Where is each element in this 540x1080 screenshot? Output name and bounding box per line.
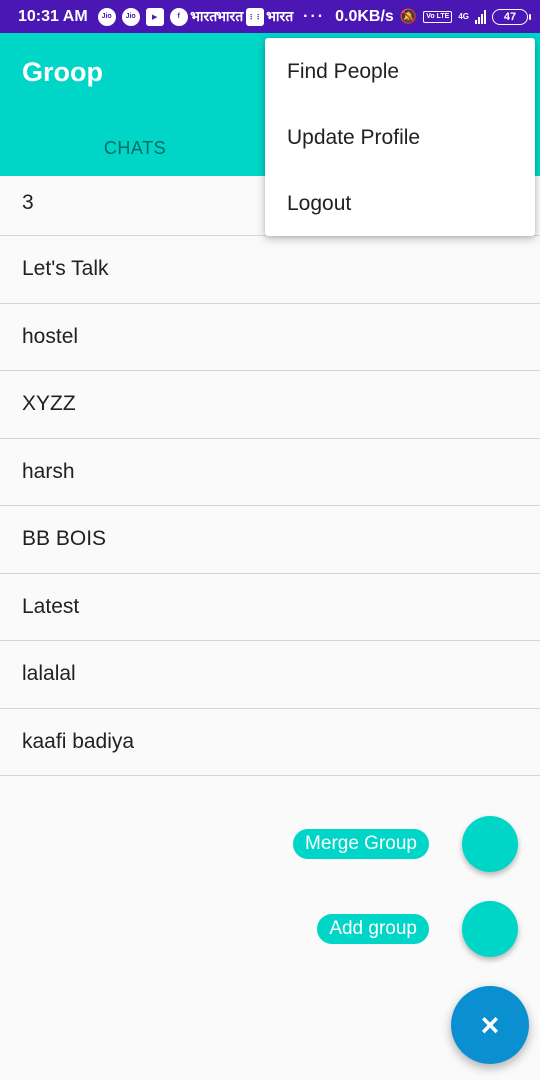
battery-icon: 47 xyxy=(492,8,531,25)
list-item[interactable]: kaafi badiya xyxy=(0,709,540,776)
status-time: 10:31 AM xyxy=(18,7,88,25)
jio-icon: Jio xyxy=(121,7,140,26)
list-item[interactable]: hostel xyxy=(0,304,540,371)
facebook-icon: f xyxy=(169,7,188,26)
list-item[interactable]: lalalal xyxy=(0,641,540,709)
network-type: 4G xyxy=(458,12,469,21)
add-group-button[interactable] xyxy=(462,901,518,957)
status-bar: 10:31 AM Jio Jio ▶ f भारत भारत ⋮⋮ भारत ·… xyxy=(0,0,540,33)
emblem-icon: भारत xyxy=(216,8,244,24)
menu-item-update-profile[interactable]: Update Profile xyxy=(265,105,535,171)
menu-item-logout[interactable]: Logout xyxy=(265,171,535,237)
list-item[interactable]: XYZZ xyxy=(0,371,540,439)
net-speed: 0.0KB/s xyxy=(335,7,394,25)
list-item[interactable]: harsh xyxy=(0,439,540,506)
merge-group-button[interactable] xyxy=(462,816,518,872)
play-icon: ▶ xyxy=(145,7,164,26)
overflow-menu: Find People Update Profile Logout xyxy=(265,38,535,236)
list-item[interactable]: BB BOIS xyxy=(0,506,540,574)
close-fab-button[interactable]: × xyxy=(451,986,529,1064)
merge-group-label[interactable]: Merge Group xyxy=(293,829,429,859)
volte-icon: Vo LTE xyxy=(423,10,453,23)
app-title: Groop xyxy=(22,57,103,87)
menu-item-find-people[interactable]: Find People xyxy=(265,39,535,105)
status-left: 10:31 AM Jio Jio ▶ f भारत भारत ⋮⋮ भारत xyxy=(18,7,294,26)
emblem-icon: भारत xyxy=(266,8,294,24)
chat-list: 3 Let's Talk hostel XYZZ harsh BB BOIS L… xyxy=(0,176,540,776)
status-right: ··· 0.0KB/s 🔕 Vo LTE 4G 47 xyxy=(303,7,531,26)
list-item[interactable]: Latest xyxy=(0,574,540,641)
more-notifications-icon: ··· xyxy=(303,7,326,25)
add-group-label[interactable]: Add group xyxy=(317,914,429,944)
emblem-icon: भारत xyxy=(190,8,218,24)
add-group-row: Add group xyxy=(317,901,518,957)
grid-icon: ⋮⋮ xyxy=(245,7,264,26)
signal-icon xyxy=(475,9,486,24)
close-icon: × xyxy=(480,1006,500,1043)
merge-group-row: Merge Group xyxy=(293,816,518,872)
jio-icon: Jio xyxy=(97,7,116,26)
bell-off-icon: 🔕 xyxy=(399,8,418,24)
list-item[interactable]: Let's Talk xyxy=(0,236,540,304)
tab-chats[interactable]: CHATS xyxy=(0,121,270,176)
